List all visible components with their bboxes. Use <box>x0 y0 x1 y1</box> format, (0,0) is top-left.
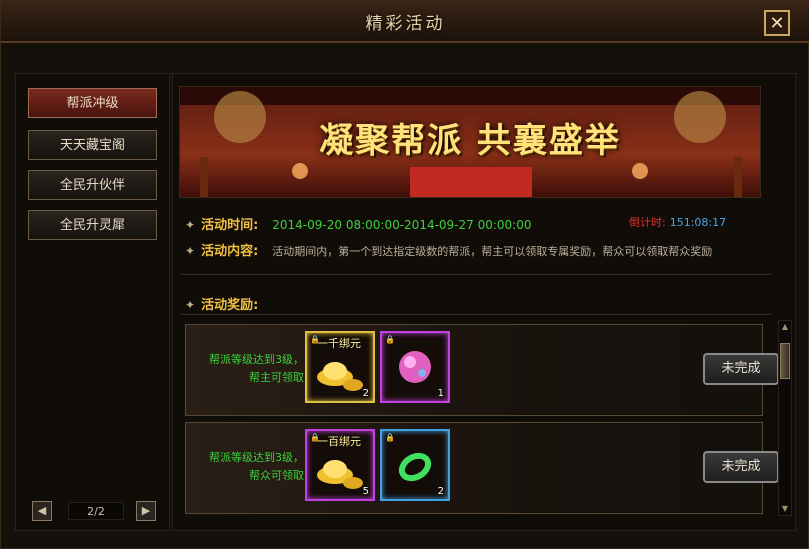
bullet-icon: ✦ <box>185 244 196 258</box>
main-panel: 凝聚帮派 共襄盛举 ✦ 活动时间: 2014-09-20 08:00:00-2014… <box>172 73 796 531</box>
item-count: 2 <box>362 388 369 399</box>
rewards-label: 活动奖励: <box>201 298 259 313</box>
title-bar[interactable]: 精彩活动 ✕ <box>1 1 809 43</box>
reward-item-slot[interactable]: 🔒 一千绑元 2 <box>305 331 375 403</box>
event-time-label: 活动时间: <box>201 218 259 233</box>
countdown-label: 倒计时: <box>629 216 666 229</box>
event-banner: 凝聚帮派 共襄盛举 <box>179 86 761 198</box>
rewards-header-row: ✦ 活动奖励: <box>185 294 272 313</box>
sidebar-item-treasure-pavilion[interactable]: 天天藏宝阁 <box>28 130 157 160</box>
event-content-row: ✦ 活动内容: 活动期间内，第一个到达指定级数的帮派，帮主可以领取专属奖励，帮众可以… <box>185 240 712 259</box>
sidebar: 帮派冲级 天天藏宝阁 全民升伙伴 全民升灵犀 ◀ 2/2 ▶ <box>15 73 170 531</box>
rewards-scrollbar[interactable]: ▲ ▼ <box>778 320 792 516</box>
reward-row: 帮派等级达到3级，帮主可领取 🔒 一千绑元 2 🔒 1 未完成 <box>185 324 779 416</box>
activity-window: 精彩活动 ✕ 帮派冲级 天天藏宝阁 全民升伙伴 全民升灵犀 ◀ 2/2 ▶ 凝聚… <box>0 0 809 549</box>
reward-status-button[interactable]: 未完成 <box>703 451 779 483</box>
section-divider <box>181 314 771 315</box>
event-content-value: 活动期间内，第一个到达指定级数的帮派，帮主可以领取专属奖励，帮众可以领取帮众奖励 <box>272 245 713 258</box>
sidebar-item-guild-levelup[interactable]: 帮派冲级 <box>28 88 157 118</box>
item-count: 1 <box>437 388 444 399</box>
close-button[interactable]: ✕ <box>764 10 790 36</box>
sidebar-item-partner-upgrade[interactable]: 全民升伙伴 <box>28 170 157 200</box>
bullet-icon: ✦ <box>185 218 196 232</box>
countdown-row: 倒计时: 151:08:17 <box>629 214 726 230</box>
reward-item-slot[interactable]: 🔒 一百绑元 5 <box>305 429 375 501</box>
prev-page-button[interactable]: ◀ <box>32 501 52 521</box>
banner-title: 凝聚帮派 共襄盛举 <box>319 121 621 161</box>
reward-row: 帮派等级达到3级，帮众可领取 🔒 一百绑元 5 🔒 2 未完成 <box>185 422 779 514</box>
scroll-thumb[interactable] <box>780 343 790 379</box>
bullet-icon: ✦ <box>185 298 196 312</box>
reward-status-button[interactable]: 未完成 <box>703 353 779 385</box>
item-count: 2 <box>437 486 444 497</box>
reward-item-slot[interactable]: 🔒 1 <box>380 331 450 403</box>
next-page-button[interactable]: ▶ <box>136 501 156 521</box>
event-time-row: ✦ 活动时间: 2014-09-20 08:00:00-2014-09-27 00:… <box>185 214 532 233</box>
event-content-label: 活动内容: <box>201 244 259 259</box>
scroll-up-arrow-icon[interactable]: ▲ <box>779 321 791 333</box>
page-indicator: 2/2 <box>68 502 124 520</box>
countdown-value: 151:08:17 <box>669 216 727 229</box>
item-count: 5 <box>362 486 369 497</box>
reward-item-slot[interactable]: 🔒 2 <box>380 429 450 501</box>
reward-condition: 帮派等级达到3级，帮主可领取 <box>209 353 304 384</box>
section-divider <box>181 274 771 275</box>
header-ornament <box>13 43 798 74</box>
reward-condition: 帮派等级达到3级，帮众可领取 <box>209 451 304 482</box>
sidebar-item-spirit-upgrade[interactable]: 全民升灵犀 <box>28 210 157 240</box>
event-time-value: 2014-09-20 08:00:00-2014-09-27 00:00:00 <box>272 218 532 232</box>
scroll-down-arrow-icon[interactable]: ▼ <box>779 503 791 515</box>
window-title: 精彩活动 <box>365 14 446 34</box>
